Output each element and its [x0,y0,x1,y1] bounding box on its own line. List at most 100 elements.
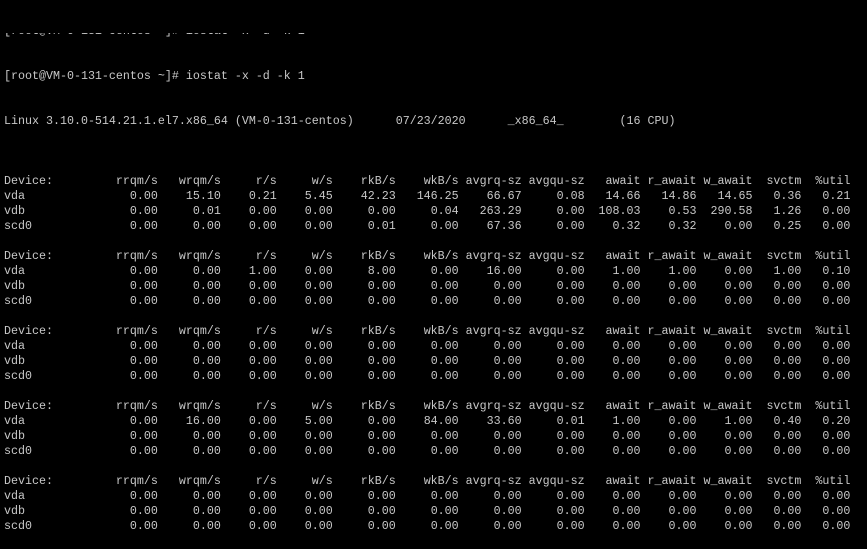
stat-value: 0.00 [773,354,802,368]
stat-value: 0.00 [248,444,277,458]
stat-value: 0.00 [430,264,459,278]
stat-value: 0.00 [493,519,522,533]
device-name: vda [4,189,25,203]
stat-value: 0.00 [367,504,396,518]
column-header: wkB/s [423,324,459,338]
stat-value: 0.00 [556,429,585,443]
device-row: vdb 0.00 0.00 0.00 0.00 0.00 0.00 0.00 0.00 0.00 0… [4,429,850,444]
device-name: vdb [4,504,25,518]
stat-value: 0.00 [304,489,333,503]
stat-value: 0.00 [773,339,802,353]
stat-value: 0.00 [192,429,221,443]
stat-value: 66.67 [486,189,522,203]
arch-text: _x86_64_ [507,114,564,128]
column-header: w_await [703,249,753,263]
column-header: r_await [647,324,697,338]
device-name: vda [4,414,25,428]
device-row: vda 0.00 0.00 1.00 0.00 8.00 0.00 16.00 0.00 1.00… [4,264,850,279]
stat-value: 0.10 [822,264,851,278]
device-row: scd0 0.00 0.00 0.00 0.00 0.01 0.00 67.36 0.00 0.3… [4,219,850,234]
stat-value: 0.00 [129,414,158,428]
column-header: await [605,174,641,188]
stat-value: 0.00 [430,504,459,518]
stat-value: 0.00 [192,369,221,383]
stat-value: 16.00 [185,414,221,428]
stat-value: 0.00 [248,429,277,443]
device-name: vdb [4,429,25,443]
sysinfo-line: Linux 3.10.0-514.21.1.el7.x86_64 (VM-0-1… [4,114,850,129]
stat-value: 0.00 [612,519,641,533]
command-text: [root@VM-0-131-centos ~]# iostat -x -d -… [4,69,305,83]
column-header: rrqm/s [115,174,158,188]
iostat-reports: Device: rrqm/s wrqm/s r/s w/s rkB/s wkB/s avgrq… [4,159,850,534]
stat-value: 0.00 [129,489,158,503]
terminal-output[interactable]: [root@VM-0-131-centos ~]# iostat -x -d -… [4,0,850,549]
previous-output-line: [root@VM-0-131-centos ~]# iostat -x -d -… [4,33,850,39]
column-header: r_await [647,249,697,263]
column-header: w/s [311,174,333,188]
column-header: svctm [766,174,802,188]
stat-value: 0.00 [612,369,641,383]
stat-value: 0.00 [129,264,158,278]
stat-value: 0.00 [304,294,333,308]
device-row: vdb 0.00 0.00 0.00 0.00 0.00 0.00 0.00 0.00 0.00 0… [4,279,850,294]
stat-value: 0.00 [822,279,851,293]
column-header: wrqm/s [178,174,221,188]
stat-value: 0.00 [367,489,396,503]
stat-value: 0.00 [129,279,158,293]
stat-value: 0.00 [367,354,396,368]
stat-value: 0.00 [367,339,396,353]
column-header: wrqm/s [178,249,221,263]
column-header: r/s [255,399,277,413]
device-row: vdb 0.00 0.00 0.00 0.00 0.00 0.00 0.00 0.00 0.00 0… [4,504,850,519]
stat-value: 0.00 [493,489,522,503]
stat-value: 0.00 [668,429,697,443]
column-header: r/s [255,249,277,263]
stat-value: 0.00 [724,279,753,293]
stat-value: 0.08 [556,189,585,203]
stat-value: 263.29 [479,204,522,218]
column-header: rkB/s [360,474,396,488]
stat-value: 0.00 [822,204,851,218]
stat-value: 0.00 [304,519,333,533]
stat-value: 0.00 [668,339,697,353]
stat-value: 0.32 [612,219,641,233]
stat-value: 0.00 [493,369,522,383]
stat-value: 0.00 [192,279,221,293]
stat-value: 15.10 [185,189,221,203]
column-header: Device: [4,249,53,263]
column-header: avgrq-sz [465,474,522,488]
column-header: %util [815,324,851,338]
column-header: wkB/s [423,399,459,413]
stat-value: 0.00 [556,354,585,368]
column-header: %util [815,174,851,188]
stat-value: 42.23 [360,189,396,203]
stat-value: 0.00 [773,294,802,308]
stat-value: 0.00 [556,204,585,218]
column-header: rrqm/s [115,324,158,338]
stat-value: 0.00 [304,204,333,218]
stat-value: 0.00 [556,519,585,533]
stat-value: 0.00 [556,219,585,233]
stat-value: 0.00 [724,429,753,443]
stat-value: 0.00 [668,444,697,458]
stat-value: 0.00 [248,204,277,218]
stat-value: 0.00 [668,354,697,368]
stat-value: 0.00 [724,504,753,518]
stat-value: 5.00 [304,414,333,428]
stat-value: 108.03 [598,204,641,218]
stat-value: 0.00 [556,339,585,353]
stat-value: 0.00 [668,279,697,293]
stat-value: 8.00 [367,264,396,278]
column-header: w_await [703,399,753,413]
stat-value: 0.25 [773,219,802,233]
device-name: vda [4,489,25,503]
stat-value: 0.00 [822,219,851,233]
stat-value: 0.00 [493,294,522,308]
column-header: svctm [766,324,802,338]
stat-value: 0.00 [367,444,396,458]
stat-value: 0.00 [612,354,641,368]
stat-value: 0.01 [556,414,585,428]
column-header: rrqm/s [115,474,158,488]
